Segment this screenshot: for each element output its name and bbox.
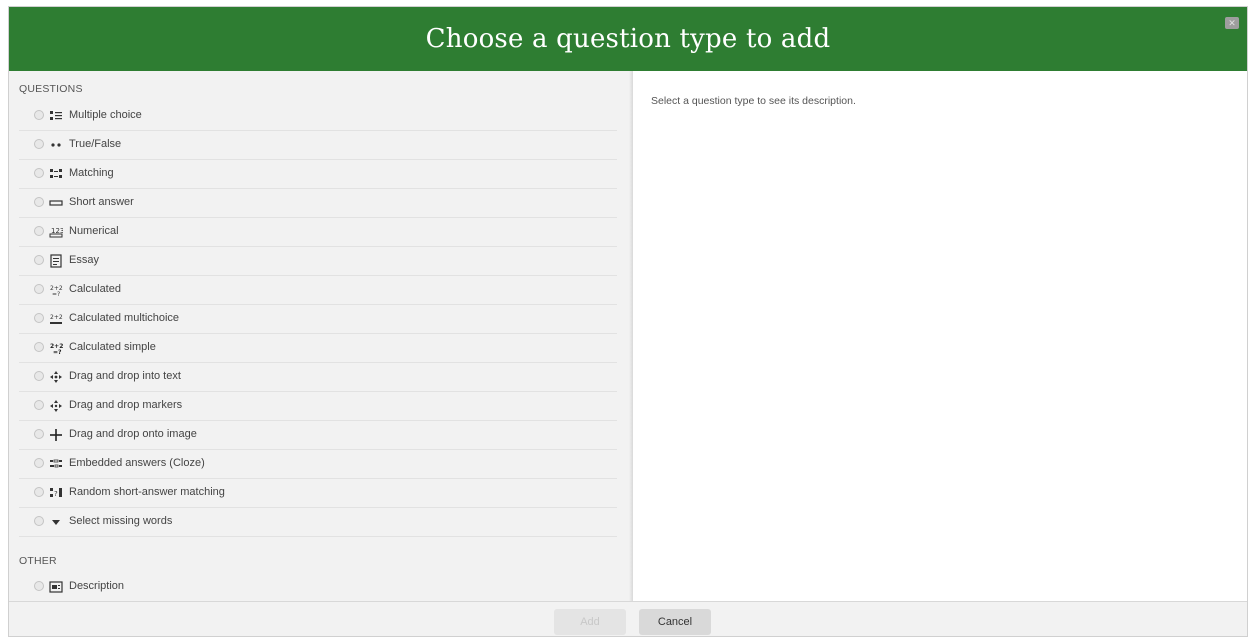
section-label-questions: QUESTIONS — [19, 83, 83, 95]
option-label: Drag and drop into text — [69, 370, 181, 382]
radio-button[interactable] — [34, 226, 44, 236]
radio-button[interactable] — [34, 487, 44, 497]
calculated-icon: 2+2 =? — [49, 283, 63, 298]
dialog-title: Choose a question type to add — [425, 24, 831, 54]
option-label: Embedded answers (Cloze) — [69, 457, 205, 469]
question-type-option-select-missing-words[interactable]: Select missing words — [19, 508, 617, 537]
radio-button[interactable] — [34, 342, 44, 352]
question-type-option-random-short-answer-matching[interactable]: ? Random short-answer matching — [19, 479, 617, 508]
option-label: Description — [69, 580, 125, 592]
essay-icon — [49, 254, 63, 268]
option-label: Select missing words — [69, 515, 173, 527]
close-icon[interactable]: ✕ — [1225, 17, 1239, 29]
cancel-button[interactable]: Cancel — [639, 609, 711, 635]
option-label: Short answer — [69, 196, 134, 208]
radio-button[interactable] — [34, 400, 44, 410]
description-icon — [49, 580, 63, 594]
drag-drop-markers-icon — [49, 399, 63, 413]
radio-button[interactable] — [34, 313, 44, 323]
svg-text:?: ? — [54, 490, 58, 498]
drag-drop-text-icon — [49, 370, 63, 384]
option-label: True/False — [69, 138, 122, 150]
multichoice-icon — [49, 109, 63, 123]
option-label: Calculated simple — [69, 341, 156, 353]
add-button[interactable]: Add — [554, 609, 626, 635]
section-label-other: OTHER — [19, 555, 57, 567]
question-type-option-calculated-multichoice[interactable]: 2+2 Calculated multichoice — [19, 305, 617, 334]
option-label: Drag and drop onto image — [69, 428, 197, 440]
description-text: Select a question type to see its descri… — [651, 95, 856, 107]
numerical-icon: 123 — [49, 225, 64, 239]
svg-text:2+2: 2+2 — [50, 314, 63, 321]
option-label: Calculated multichoice — [69, 312, 180, 324]
question-type-option-drag-and-drop-into-text[interactable]: Drag and drop into text — [19, 363, 617, 392]
question-type-option-true-false[interactable]: True/False — [19, 131, 617, 160]
question-type-option-drag-and-drop-onto-image[interactable]: Drag and drop onto image — [19, 421, 617, 450]
question-type-option-essay[interactable]: Essay — [19, 247, 617, 276]
option-label: Matching — [69, 167, 114, 179]
radio-button[interactable] — [34, 581, 44, 591]
radio-button[interactable] — [34, 197, 44, 207]
shortanswer-icon — [49, 196, 63, 210]
option-label: Numerical — [69, 225, 119, 237]
matching-icon — [49, 167, 63, 181]
panel-divider — [629, 71, 633, 601]
option-label: Multiple choice — [69, 109, 142, 121]
truefalse-icon — [49, 138, 63, 152]
radio-button[interactable] — [34, 458, 44, 468]
svg-text:=?: =? — [53, 349, 62, 355]
question-type-option-numerical[interactable]: 123 Numerical — [19, 218, 617, 247]
svg-text:123: 123 — [51, 227, 63, 235]
drag-drop-image-icon — [49, 428, 63, 442]
question-type-option-description[interactable]: Description — [19, 573, 617, 601]
radio-button[interactable] — [34, 284, 44, 294]
question-type-option-calculated-simple[interactable]: 2+2 =? Calculated simple — [19, 334, 617, 363]
option-label: Drag and drop markers — [69, 399, 183, 411]
cloze-icon — [49, 457, 63, 471]
radio-button[interactable] — [34, 371, 44, 381]
calculated-multichoice-icon: 2+2 — [49, 312, 63, 326]
question-type-option-embedded-answers-cloze[interactable]: Embedded answers (Cloze) — [19, 450, 617, 479]
radio-button[interactable] — [34, 139, 44, 149]
question-type-option-drag-and-drop-markers[interactable]: Drag and drop markers — [19, 392, 617, 421]
random-matching-icon: ? — [49, 486, 63, 500]
svg-text:=?: =? — [52, 291, 60, 297]
option-label: Calculated — [69, 283, 121, 295]
calculated-simple-icon: 2+2 =? — [49, 341, 63, 356]
question-type-dialog: Choose a question type to add ✕ QUESTION… — [8, 6, 1248, 637]
radio-button[interactable] — [34, 168, 44, 178]
option-label: Random short-answer matching — [69, 486, 225, 498]
option-label: Essay — [69, 254, 99, 266]
radio-button[interactable] — [34, 516, 44, 526]
radio-button[interactable] — [34, 110, 44, 120]
question-type-option-short-answer[interactable]: Short answer — [19, 189, 617, 218]
radio-button[interactable] — [34, 255, 44, 265]
select-missing-words-icon — [49, 515, 63, 529]
radio-button[interactable] — [34, 429, 44, 439]
question-type-option-multiple-choice[interactable]: Multiple choice — [19, 102, 617, 131]
dialog-footer: Add Cancel — [9, 601, 1247, 636]
question-type-list: QUESTIONS Multiple choice True/False Match… — [9, 71, 633, 601]
question-type-option-calculated[interactable]: 2+2 =? Calculated — [19, 276, 617, 305]
dialog-header: Choose a question type to add ✕ — [9, 7, 1247, 71]
question-type-option-matching[interactable]: Matching — [19, 160, 617, 189]
